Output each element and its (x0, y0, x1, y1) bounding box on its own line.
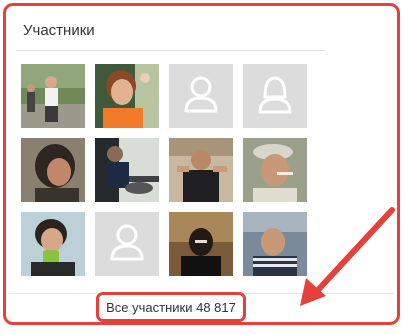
red-arrow-annotation (300, 207, 395, 306)
